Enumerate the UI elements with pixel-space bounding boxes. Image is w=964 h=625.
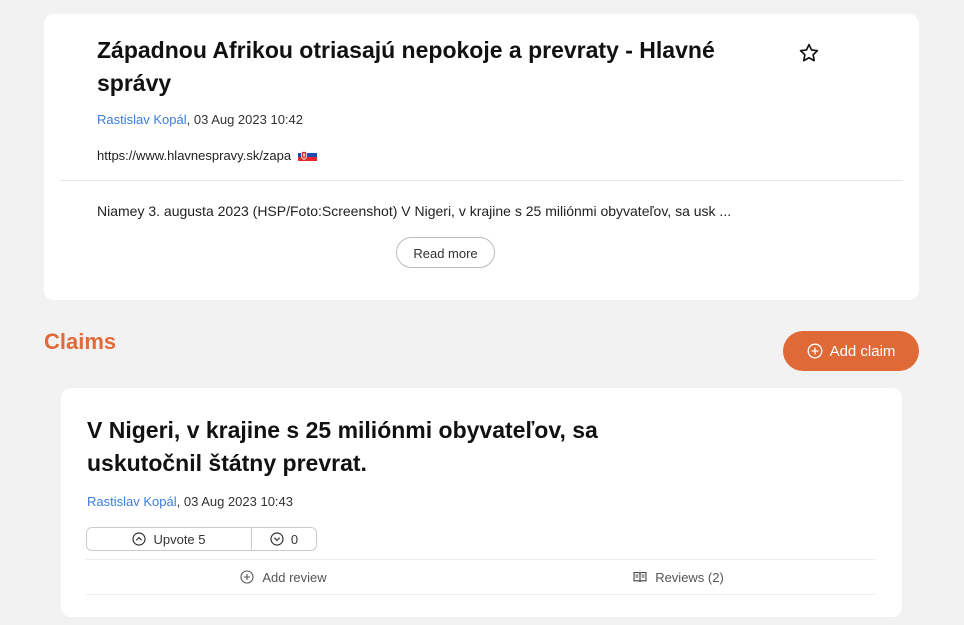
add-review-label: Add review [262,569,327,585]
claim-actions: Add review Reviews (2) [86,559,876,595]
claim-author-link[interactable]: Rastislav Kopál [87,494,177,509]
claim-meta: Rastislav Kopál, 03 Aug 2023 10:43 [87,494,293,509]
claim-card: V Nigeri, v krajine s 25 miliónmi obyvat… [61,388,902,617]
article-url-text[interactable]: https://www.hlavnespravy.sk/zapa [97,148,291,163]
article-excerpt: Niamey 3. augusta 2023 (HSP/Foto:Screens… [97,203,732,219]
reviews-label: Reviews (2) [655,569,724,585]
vote-group: Upvote 5 0 [86,527,317,551]
upvote-label: Upvote 5 [153,531,206,547]
article-divider [60,180,903,181]
article-url[interactable]: https://www.hlavnespravy.sk/zapa [97,148,317,163]
plus-circle-icon [240,570,254,584]
plus-circle-icon [807,343,823,359]
downvote-count: 0 [290,531,299,547]
article-title[interactable]: Západnou Afrikou otriasajú nepokoje a pr… [97,34,777,100]
article-date: , 03 Aug 2023 10:42 [186,112,303,127]
article-meta: Rastislav Kopál, 03 Aug 2023 10:42 [97,112,303,127]
claim-title[interactable]: V Nigeri, v krajine s 25 miliónmi obyvat… [87,414,647,480]
chevron-up-circle-icon [132,532,147,546]
chevron-down-circle-icon [270,532,284,546]
book-open-icon [633,571,647,583]
article-card: Západnou Afrikou otriasajú nepokoje a pr… [44,14,919,300]
add-claim-button[interactable]: Add claim [783,331,919,371]
read-more-button[interactable]: Read more [396,237,495,268]
reviews-button[interactable]: Reviews (2) [481,560,876,594]
add-claim-label: Add claim [829,342,896,360]
add-review-button[interactable]: Add review [86,560,481,594]
slovakia-flag-icon [297,149,317,161]
star-icon[interactable] [798,42,820,64]
claims-heading: Claims [44,329,117,354]
claim-date: , 03 Aug 2023 10:43 [176,494,293,509]
downvote-button[interactable]: 0 [252,528,316,550]
upvote-button[interactable]: Upvote 5 [87,528,252,550]
article-author-link[interactable]: Rastislav Kopál [97,112,187,127]
